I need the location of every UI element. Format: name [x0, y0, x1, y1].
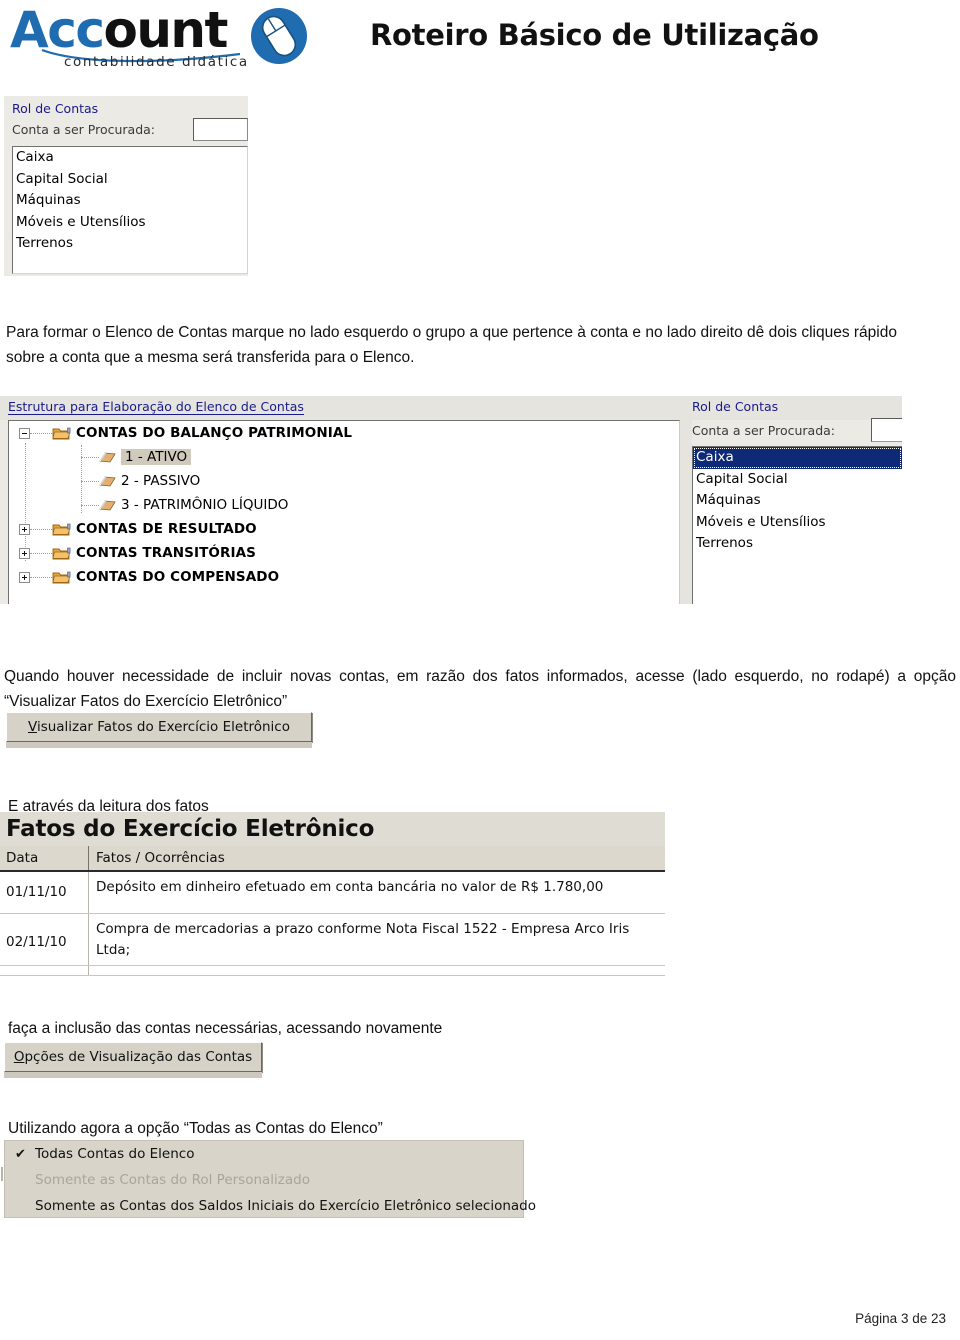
column-header-fatos: Fatos / Ocorrências [88, 846, 665, 870]
list-item[interactable]: Capital Social [13, 169, 247, 191]
tree-node-contas-transitorias[interactable]: CONTAS TRANSITÓRIAS [9, 541, 679, 565]
cell-data-empty [0, 966, 88, 975]
minus-icon[interactable] [19, 427, 30, 439]
cell-data: 02/11/10 [6, 934, 67, 950]
toolbar-strip [6, 742, 312, 748]
cell-fato: Depósito em dinheiro efetuado em conta b… [88, 872, 665, 913]
menu-item-label: Somente as Contas dos Saldos Iniciais do… [35, 1198, 537, 1214]
tree-node-label: CONTAS DE RESULTADO [76, 521, 257, 537]
cell-fato-empty [88, 966, 665, 975]
plus-icon[interactable] [19, 523, 30, 535]
fatos-exercicio-table: Fatos do Exercício Eletrônico Data Fatos… [0, 812, 665, 976]
tree-connector [81, 456, 99, 458]
list-item[interactable]: Caixa [693, 447, 902, 469]
list-item[interactable]: Móveis e Utensílios [13, 212, 247, 234]
opcoes-visualizacao-button[interactable]: Opções de Visualização das Contas [4, 1042, 262, 1072]
tree-node-label: CONTAS TRANSITÓRIAS [76, 545, 256, 561]
plus-icon[interactable] [19, 547, 30, 559]
page-number: Página 3 de 23 [855, 1311, 946, 1326]
tree-node-contas-compensado[interactable]: CONTAS DO COMPENSADO [9, 565, 679, 589]
table-row[interactable]: 01/11/10 Depósito em dinheiro efetuado e… [0, 872, 665, 914]
opcoes-label: pções de Visualização das Contas [24, 1049, 253, 1065]
conta-procurada-label: Conta a ser Procurada: [12, 122, 156, 137]
tree-node-patrimonio-liquido[interactable]: 3 - PATRIMÔNIO LÍQUIDO [9, 493, 679, 517]
book-icon [99, 475, 116, 486]
visualizar-accel-key: V [27, 719, 37, 735]
tree-node-label: 3 - PATRIMÔNIO LÍQUIDO [121, 497, 289, 513]
folder-icon [52, 427, 71, 439]
column-header-data: Data [6, 850, 39, 866]
tree-node-ativo[interactable]: 1 - ATIVO [9, 445, 679, 469]
mouse-icon [251, 8, 307, 64]
cell-data: 01/11/10 [6, 884, 67, 900]
rol-accounts-listbox-2[interactable]: Caixa Capital Social Máquinas Móveis e U… [692, 446, 902, 604]
instruction-paragraph-4: faça a inclusão das contas necessárias, … [8, 1019, 443, 1037]
tree-connector [30, 552, 52, 554]
plus-icon[interactable] [19, 571, 30, 583]
opcoes-accel-key: O [13, 1049, 25, 1065]
conta-procurada-label-2: Conta a ser Procurada: [692, 423, 836, 438]
tree-connector [30, 432, 52, 434]
estrutura-tree[interactable]: CONTAS DO BALANÇO PATRIMONIAL 1 - ATIVO … [8, 420, 680, 604]
check-icon: ✔ [15, 1146, 26, 1162]
list-item[interactable]: Terrenos [13, 233, 247, 255]
opcoes-visualizacao-button-group: Opções de Visualização das Contas [4, 1042, 262, 1078]
menu-item-rol-personalizado: Somente as Contas do Rol Personalizado [5, 1167, 523, 1193]
instruction-paragraph-1: Para formar o Elenco de Contas marque no… [6, 323, 897, 366]
opcoes-visualizacao-menu[interactable]: ✔ Todas Contas do Elenco Somente as Cont… [1, 1140, 536, 1219]
tree-connector [81, 480, 99, 482]
table-row-partial [0, 966, 665, 976]
panel-divider [680, 420, 692, 604]
menu-item-saldos-iniciais[interactable]: Somente as Contas dos Saldos Iniciais do… [5, 1193, 536, 1219]
tree-connector [81, 504, 99, 506]
list-item[interactable]: Máquinas [693, 490, 902, 512]
menu-item-label: Todas Contas do Elenco [35, 1146, 195, 1162]
page-header: Account contabilidade didática Roteiro B… [0, 0, 960, 88]
list-item[interactable]: Capital Social [693, 469, 902, 491]
brand-logo: Account contabilidade didática [6, 2, 316, 76]
fatos-table-title: Fatos do Exercício Eletrônico [0, 812, 665, 846]
fatos-table-header-row: Data Fatos / Ocorrências [0, 846, 665, 872]
toolbar-strip [4, 1072, 262, 1078]
tree-node-contas-resultado[interactable]: CONTAS DE RESULTADO [9, 517, 679, 541]
logo-subtitle: contabilidade didática [64, 54, 249, 70]
folder-icon [52, 571, 71, 583]
visualizar-fatos-button[interactable]: Visualizar Fatos do Exercício Eletrônico [6, 712, 312, 742]
menu-item-todas-contas-elenco[interactable]: ✔ Todas Contas do Elenco [5, 1141, 523, 1167]
tree-connector [30, 528, 52, 530]
cell-fato: Compra de mercadorias a prazo conforme N… [88, 914, 665, 965]
estrutura-tree-title: Estrutura para Elaboração do Elenco de C… [8, 399, 304, 415]
list-item[interactable]: Caixa [13, 147, 247, 169]
tree-node-passivo[interactable]: 2 - PASSIVO [9, 469, 679, 493]
list-item[interactable]: Móveis e Utensílios [693, 512, 902, 534]
conta-procurada-input[interactable] [193, 118, 248, 141]
rol-accounts-listbox[interactable]: Caixa Capital Social Máquinas Móveis e U… [12, 146, 248, 274]
instruction-paragraph-5: Utilizando agora a opção “Todas as Conta… [8, 1119, 383, 1137]
table-row[interactable]: 02/11/10 Compra de mercadorias a prazo c… [0, 914, 665, 966]
tree-connector [30, 576, 52, 578]
tree-node-contas-balanco[interactable]: CONTAS DO BALANÇO PATRIMONIAL [9, 421, 679, 445]
list-item[interactable]: Máquinas [13, 190, 247, 212]
visualizar-fatos-button-group: Visualizar Fatos do Exercício Eletrônico [6, 712, 312, 748]
instruction-paragraph-2: Quando houver necessidade de incluir nov… [4, 667, 956, 710]
rol-de-contas-panel-top: Rol de Contas Conta a ser Procurada: Cai… [4, 96, 248, 276]
folder-icon [52, 523, 71, 535]
conta-procurada-input-2[interactable] [871, 418, 902, 442]
tree-node-label: 1 - ATIVO [121, 449, 192, 465]
estrutura-elenco-panel: Estrutura para Elaboração do Elenco de C… [0, 396, 902, 604]
rol-panel-title: Rol de Contas [12, 101, 99, 116]
visualizar-label: isualizar Fatos do Exercício Eletrônico [36, 719, 290, 735]
tree-node-label: 2 - PASSIVO [121, 473, 201, 489]
tree-node-label: CONTAS DO BALANÇO PATRIMONIAL [76, 425, 353, 441]
page-title: Roteiro Básico de Utilização [370, 18, 819, 52]
rol-panel-title-2: Rol de Contas [692, 399, 779, 414]
book-icon [99, 451, 116, 462]
page-footer: Página 3 de 23 [0, 1311, 960, 1326]
menu-edge-marker [1, 1167, 3, 1181]
folder-icon [52, 547, 71, 559]
list-item[interactable]: Terrenos [693, 533, 902, 555]
menu-item-label: Somente as Contas do Rol Personalizado [35, 1172, 310, 1188]
book-icon [99, 499, 116, 510]
tree-node-label: CONTAS DO COMPENSADO [76, 569, 280, 585]
